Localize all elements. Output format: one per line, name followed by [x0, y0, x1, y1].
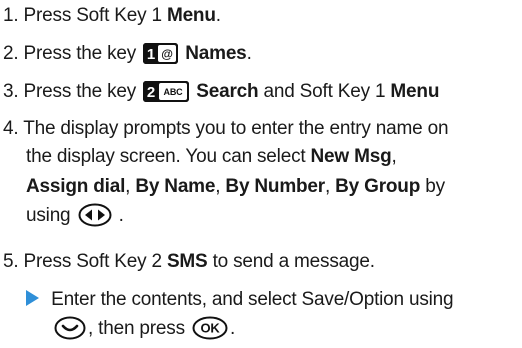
step-text: Press Soft Key 2 — [23, 251, 167, 272]
punctuation: , — [391, 146, 397, 167]
separator: , — [215, 176, 226, 197]
substep-text: , then press — [88, 318, 190, 339]
step-text: by — [420, 176, 445, 197]
by-name-term: By Name — [135, 176, 216, 197]
key-1-icon: 1 @ — [143, 43, 179, 64]
left-right-navigation-key-icon — [78, 203, 112, 235]
step-2: 2. Press the key 1 @ Names. — [3, 41, 252, 67]
punctuation: . — [229, 318, 236, 339]
step-4-line-3: Assign dial, By Name, By Number, By Grou… — [26, 174, 445, 200]
step-1: 1. Press Soft Key 1 Menu. — [3, 3, 221, 29]
substep-line-1: Enter the contents, and select Save/Opti… — [26, 287, 454, 314]
sms-term: SMS — [166, 251, 208, 272]
by-number-term: By Number — [225, 176, 325, 197]
step-number: 5. — [3, 251, 19, 272]
substep-text: Enter the contents, and select Save/Opti… — [51, 289, 454, 310]
menu-term: Menu — [166, 5, 216, 26]
new-msg-term: New Msg — [310, 146, 392, 167]
punctuation: . — [118, 205, 124, 226]
key-symbol: @ — [161, 47, 173, 61]
step-number: 1. — [3, 5, 19, 26]
step-text: and Soft Key 1 — [258, 81, 391, 102]
step-text: the display screen. You can select — [26, 146, 311, 167]
step-text: using — [26, 205, 76, 226]
step-4-line-4: using . — [26, 203, 124, 235]
names-term: Names — [185, 43, 247, 64]
search-term: Search — [196, 81, 259, 102]
step-number: 2. — [3, 43, 19, 64]
key-letters: ABC — [164, 87, 184, 97]
step-text: Press Soft Key 1 — [23, 5, 167, 26]
step-4-line-1: 4. The display prompts you to enter the … — [3, 116, 449, 142]
key-2-icon: 2 ABC — [143, 81, 190, 102]
separator: , — [324, 176, 336, 197]
assign-dial-term: Assign dial — [26, 176, 126, 197]
punctuation: . — [246, 43, 252, 64]
substep-line-2: , then press OK . — [52, 316, 235, 348]
ok-key-icon: OK — [192, 316, 228, 348]
step-3: 3. Press the key 2 ABC Search and Soft K… — [3, 79, 439, 105]
step-number: 3. — [3, 81, 19, 102]
separator: , — [125, 176, 136, 197]
by-group-term: By Group — [335, 176, 421, 197]
punctuation: . — [215, 5, 221, 26]
step-number: 4. — [3, 118, 19, 139]
step-5: 5. Press Soft Key 2 SMS to send a messag… — [3, 249, 375, 275]
ok-label: OK — [200, 321, 220, 336]
menu-term: Menu — [390, 81, 440, 102]
key-digit: 2 — [147, 84, 155, 101]
step-text: Press the key — [23, 43, 142, 64]
down-navigation-key-icon — [54, 316, 86, 348]
step-text: The display prompts you to enter the ent… — [23, 118, 449, 139]
step-text: to send a message. — [207, 251, 375, 272]
key-digit: 1 — [147, 46, 155, 63]
instruction-document: 1. Press Soft Key 1 Menu. 2. Press the k… — [0, 0, 522, 347]
blue-triangle-bullet-icon — [26, 288, 39, 314]
step-4-line-2: the display screen. You can select New M… — [26, 144, 397, 170]
step-text: Press the key — [23, 81, 142, 102]
